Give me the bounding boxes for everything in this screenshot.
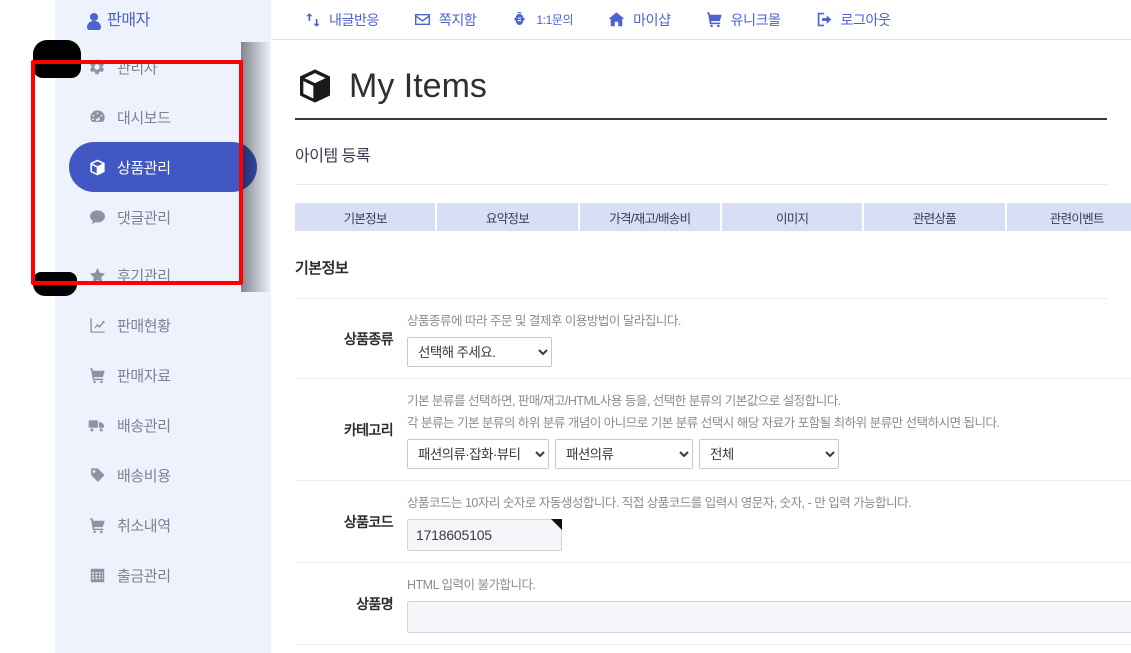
sidebar-item-label: 배송관리: [117, 417, 171, 435]
category-select-group: 패션의류·잡화·뷰티 패션의류 전체: [407, 439, 1131, 469]
tab-basic-info[interactable]: 기본정보: [295, 203, 438, 231]
field-hint: 상품코드는 10자리 숫자로 자동생성합니다. 직접 상품코드를 입력시 영문자…: [407, 496, 912, 510]
product-name-input[interactable]: [407, 601, 1131, 633]
form-row-category: 카테고리 기본 분류를 선택하면, 판매/재고/HTML사용 등을, 선택한 분…: [295, 379, 1131, 481]
sidebar-item-shipping[interactable]: 배송관리: [69, 400, 257, 450]
cart-icon: [705, 10, 724, 29]
agent-icon: [510, 10, 529, 29]
sidebar-user-label: 판매자: [107, 12, 150, 29]
form-row-description: 기본설명 상품명 하단에 상품에 대한 추가적인 설명이 필요한 경우에 입력합…: [295, 645, 1131, 653]
sidebar-item-label: 후기관리: [117, 267, 171, 285]
sidebar: 판매자 관리자 대시보드 상품관리 댓글관리 후기관리 판매현황 판매자료 배송…: [55, 0, 271, 653]
chart-icon: [87, 315, 107, 335]
exchange-icon: [303, 10, 322, 29]
envelope-icon: [413, 10, 432, 29]
product-code-input[interactable]: [407, 519, 562, 551]
annotation-blob-top: [33, 40, 81, 78]
topnav-item-reactions[interactable]: 내글반응: [303, 10, 379, 30]
sidebar-item-admin[interactable]: 관리자: [69, 42, 257, 92]
sidebar-item-comments[interactable]: 댓글관리: [69, 192, 257, 242]
topnav-item-logout[interactable]: 로그아웃: [815, 10, 891, 30]
annotation-blob-bottom: [33, 272, 77, 296]
field-hint-line2: 각 분류는 기본 분류의 하위 분류 개념이 아니므로 기본 분류 선택시 해당…: [407, 416, 1000, 430]
gear-icon: [87, 57, 107, 77]
truck-icon: [87, 415, 107, 435]
logout-icon: [815, 10, 834, 29]
sidebar-item-reviews[interactable]: 후기관리: [69, 250, 257, 300]
topnav-item-label: 마이샵: [633, 11, 671, 28]
topnav-item-label: 1:1문의: [536, 13, 574, 27]
app-root: 판매자 관리자 대시보드 상품관리 댓글관리 후기관리 판매현황 판매자료 배송…: [0, 0, 1131, 653]
topnav-item-messages[interactable]: 쪽지함: [413, 10, 477, 30]
tab-related-items[interactable]: 관련상품: [864, 203, 1007, 231]
person-icon: [85, 12, 103, 30]
topnav-item-label: 유니크몰: [730, 11, 781, 28]
form-row-product-type: 상품종류 상품종류에 따라 주문 및 결제후 이용방법이 달라집니다. 선택해 …: [295, 299, 1131, 379]
tab-summary-info[interactable]: 요약정보: [437, 203, 580, 231]
field-label: 상품코드: [343, 514, 394, 530]
tab-related-events[interactable]: 관련이벤트: [1006, 203, 1131, 231]
field-hint: 상품종류에 따라 주문 및 결제후 이용방법이 달라집니다.: [407, 314, 681, 328]
topnav-item-label: 로그아웃: [840, 11, 891, 28]
topnav-item-myshop[interactable]: 마이샵: [607, 10, 671, 30]
topnav-item-inquiry[interactable]: 1:1문의: [510, 10, 574, 29]
sidebar-item-shipping-cost[interactable]: 배송비용: [69, 450, 257, 500]
category-level2-select[interactable]: 패션의류: [555, 439, 693, 469]
comment-icon: [87, 207, 107, 227]
main-content: 내글반응 쪽지함 1:1문의 마이샵 유니크몰 로그아웃 My Items 아이…: [271, 0, 1131, 653]
field-label: 상품명: [356, 596, 393, 612]
dashboard-icon: [87, 107, 107, 127]
sidebar-item-label: 관리자: [117, 59, 158, 77]
topnav-item-label: 쪽지함: [438, 11, 477, 28]
box-icon: [295, 66, 335, 106]
form-section-title: 기본정보: [295, 257, 1107, 299]
sidebar-item-label: 출금관리: [117, 567, 171, 585]
sidebar-item-dashboard[interactable]: 대시보드: [69, 92, 257, 142]
sidebar-item-cancellations[interactable]: 취소내역: [69, 500, 257, 550]
product-code-input-wrap: [407, 519, 562, 551]
sidebar-item-label: 취소내역: [117, 517, 171, 535]
top-navigation: 내글반응 쪽지함 1:1문의 마이샵 유니크몰 로그아웃: [271, 0, 1131, 40]
page-header: My Items: [295, 66, 1107, 120]
sidebar-item-label: 판매자료: [117, 367, 171, 385]
sidebar-item-sales-data[interactable]: 판매자료: [69, 350, 257, 400]
topnav-item-label: 내글반응: [329, 11, 379, 28]
cart-icon: [87, 365, 107, 385]
sidebar-item-label: 배송비용: [117, 467, 171, 485]
sidebar-item-label: 댓글관리: [117, 209, 171, 227]
form-row-product-name: 상품명 HTML 입력이 불가합니다.: [295, 563, 1131, 645]
cart-x-icon: [87, 515, 107, 535]
sidebar-item-label: 상품관리: [117, 159, 171, 177]
sidebar-item-label: 대시보드: [117, 109, 171, 127]
sidebar-divider: [55, 242, 271, 250]
field-hint: HTML 입력이 불가합니다.: [407, 578, 536, 592]
sidebar-item-products[interactable]: 상품관리: [69, 142, 257, 192]
sidebar-nav-group-primary: 관리자 대시보드 상품관리 댓글관리 후기관리 판매현황 판매자료 배송관리 배…: [55, 42, 271, 600]
sidebar-item-label: 판매현황: [117, 317, 171, 335]
category-level3-select[interactable]: 전체: [699, 439, 839, 469]
star-icon: [87, 265, 107, 285]
form-row-product-code: 상품코드 상품코드는 10자리 숫자로 자동생성합니다. 직접 상품코드를 입력…: [295, 481, 1131, 563]
page-title: My Items: [349, 67, 487, 105]
tag-icon: [87, 465, 107, 485]
topnav-item-mall[interactable]: 유니크몰: [705, 10, 781, 30]
tab-bar: 기본정보 요약정보 가격/재고/배송비 이미지 관련상품 관련이벤트: [295, 203, 1131, 231]
field-label: 카테고리: [343, 422, 394, 438]
sidebar-item-sales-status[interactable]: 판매현황: [69, 300, 257, 350]
category-level1-select[interactable]: 패션의류·잡화·뷰티: [407, 439, 549, 469]
calendar-icon: [87, 565, 107, 585]
product-type-select[interactable]: 선택해 주세요.: [407, 337, 552, 367]
field-hint-line1: 기본 분류를 선택하면, 판매/재고/HTML사용 등을, 선택한 분류의 기본…: [407, 394, 841, 408]
sidebar-item-withdrawals[interactable]: 출금관리: [69, 550, 257, 600]
box-icon: [87, 157, 107, 177]
field-label: 상품종류: [343, 331, 394, 347]
tab-price-stock[interactable]: 가격/재고/배송비: [579, 203, 722, 231]
section-title: 아이템 등록: [295, 142, 1107, 185]
sidebar-user: 판매자: [55, 0, 271, 42]
tab-images[interactable]: 이미지: [721, 203, 865, 231]
home-icon: [607, 10, 626, 29]
